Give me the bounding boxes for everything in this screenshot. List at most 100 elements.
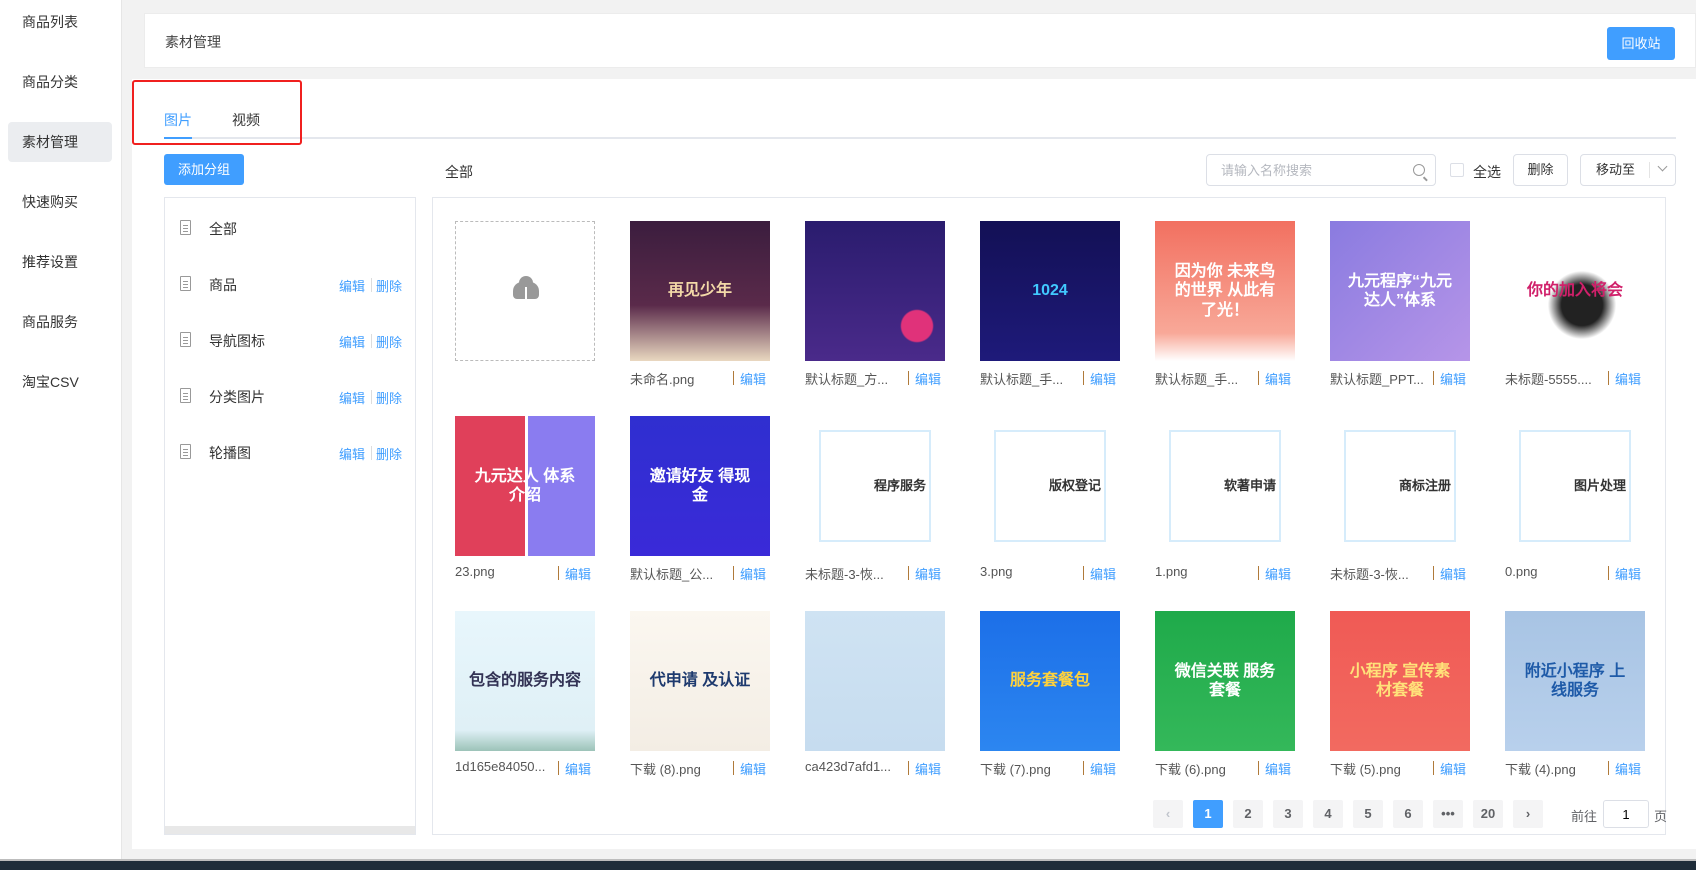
file-edit-link[interactable]: 编辑 (1265, 564, 1291, 583)
file-edit-link[interactable]: 编辑 (1265, 369, 1291, 388)
prev-page-button[interactable]: ‹ (1153, 800, 1183, 828)
file-edit-link[interactable]: 编辑 (915, 369, 941, 388)
thumbnail-caption: 图片处理 (1573, 478, 1626, 494)
group-name[interactable]: 轮播图 (209, 443, 251, 463)
group-delete-link[interactable]: 删除 (376, 444, 402, 463)
group-edit-link[interactable]: 编辑 (339, 388, 365, 407)
media-thumbnail[interactable]: 商标注册 (1330, 416, 1470, 556)
select-all-label[interactable]: 全选 (1473, 162, 1501, 182)
page-button[interactable]: 2 (1233, 800, 1263, 828)
media-thumbnail[interactable]: 附近小程序 上线服务 (1505, 611, 1645, 751)
group-name[interactable]: 导航图标 (209, 331, 265, 351)
group-name[interactable]: 分类图片 (209, 387, 265, 407)
group-item[interactable]: 全部 (165, 213, 415, 243)
file-edit-link[interactable]: 编辑 (1615, 564, 1641, 583)
thumbnail-caption: 微信关联 服务套餐 (1174, 662, 1276, 699)
thumbnail-caption: 你的加入将会 (1526, 282, 1623, 300)
media-thumbnail[interactable]: 程序服务 (805, 416, 945, 556)
sidebar-item[interactable]: 素材管理 (8, 122, 112, 162)
next-page-button[interactable]: › (1513, 800, 1543, 828)
file-edit-link[interactable]: 编辑 (1440, 369, 1466, 388)
media-thumbnail[interactable]: 包含的服务内容 (455, 611, 595, 751)
file-edit-link[interactable]: 编辑 (740, 759, 766, 778)
media-thumbnail[interactable] (805, 611, 945, 751)
group-delete-link[interactable]: 删除 (376, 388, 402, 407)
group-edit-link[interactable]: 编辑 (339, 332, 365, 351)
divider (908, 371, 909, 385)
horizontal-scrollbar[interactable] (165, 826, 415, 834)
divider (1608, 371, 1609, 385)
media-thumbnail[interactable] (805, 221, 945, 361)
file-edit-link[interactable]: 编辑 (565, 564, 591, 583)
file-edit-link[interactable]: 编辑 (1090, 564, 1116, 583)
file-edit-link[interactable]: 编辑 (1440, 759, 1466, 778)
group-item[interactable]: 导航图标 编辑 删除 (165, 325, 415, 355)
file-edit-link[interactable]: 编辑 (915, 759, 941, 778)
page-button[interactable]: 3 (1273, 800, 1303, 828)
media-thumbnail[interactable]: 小程序 宣传素材套餐 (1330, 611, 1470, 751)
file-edit-link[interactable]: 编辑 (1440, 564, 1466, 583)
media-thumbnail[interactable]: 九元达人 体系介绍 (455, 416, 595, 556)
group-item[interactable]: 商品 编辑 删除 (165, 269, 415, 299)
file-edit-link[interactable]: 编辑 (565, 759, 591, 778)
select-all-checkbox[interactable] (1450, 163, 1464, 177)
media-thumbnail[interactable]: 图片处理 (1505, 416, 1645, 556)
sidebar-item[interactable]: 商品分类 (8, 62, 112, 102)
sidebar-item[interactable]: 快速购买 (8, 182, 112, 222)
page-button[interactable]: ••• (1433, 800, 1463, 828)
media-thumbnail[interactable]: 邀请好友 得现金 (630, 416, 770, 556)
file-edit-link[interactable]: 编辑 (740, 564, 766, 583)
group-name[interactable]: 全部 (209, 219, 237, 239)
media-thumbnail[interactable]: 微信关联 服务套餐 (1155, 611, 1295, 751)
group-item[interactable]: 分类图片 编辑 删除 (165, 381, 415, 411)
file-edit-link[interactable]: 编辑 (1265, 759, 1291, 778)
media-thumbnail[interactable]: 因为你 未来鸟的世界 从此有了光！ (1155, 221, 1295, 361)
tab-videos[interactable]: 视频 (232, 110, 260, 130)
media-thumbnail[interactable]: 1024 (980, 221, 1120, 361)
file-edit-link[interactable]: 编辑 (740, 369, 766, 388)
sidebar-item[interactable]: 商品服务 (8, 302, 112, 342)
file-edit-link[interactable]: 编辑 (1090, 759, 1116, 778)
media-thumbnail[interactable]: 版权登记 (980, 416, 1120, 556)
thumbnail-caption: 软著申请 (1223, 478, 1276, 494)
group-edit-link[interactable]: 编辑 (339, 444, 365, 463)
media-thumbnail[interactable]: 九元程序“九元达人”体系 (1330, 221, 1470, 361)
file-edit-link[interactable]: 编辑 (915, 564, 941, 583)
sidebar-item[interactable]: 商品列表 (8, 2, 112, 42)
file-name: 默认标题_方... (805, 372, 889, 387)
sidebar-item[interactable]: 淘宝CSV (8, 362, 112, 402)
media-card: 微信关联 服务套餐 下载 (6).png 编辑 (1155, 611, 1295, 777)
upload-button[interactable] (455, 221, 595, 361)
search-input[interactable] (1221, 155, 1411, 185)
group-delete-link[interactable]: 删除 (376, 332, 402, 351)
add-group-button[interactable]: 添加分组 (164, 154, 244, 185)
file-edit-link[interactable]: 编辑 (1615, 759, 1641, 778)
media-thumbnail[interactable]: 你的加入将会 (1505, 221, 1645, 361)
recycle-bin-button[interactable]: 回收站 (1607, 27, 1675, 60)
sidebar-item[interactable]: 推荐设置 (8, 242, 112, 282)
media-card: 小程序 宣传素材套餐 下载 (5).png 编辑 (1330, 611, 1470, 777)
group-item[interactable]: 轮播图 编辑 删除 (165, 437, 415, 467)
search-icon[interactable] (1413, 164, 1425, 176)
file-edit-link[interactable]: 编辑 (1090, 369, 1116, 388)
file-name: 下载 (8).png (630, 762, 701, 777)
media-thumbnail[interactable]: 再见少年 (630, 221, 770, 361)
page-button[interactable]: 5 (1353, 800, 1383, 828)
group-name[interactable]: 商品 (209, 275, 237, 295)
group-delete-link[interactable]: 删除 (376, 276, 402, 295)
group-edit-link[interactable]: 编辑 (339, 276, 365, 295)
tab-images[interactable]: 图片 (164, 110, 192, 130)
media-card: 默认标题_方... 编辑 (805, 221, 945, 387)
page-button[interactable]: 20 (1473, 800, 1503, 828)
delete-button[interactable]: 删除 (1513, 154, 1568, 186)
chevron-down-icon[interactable] (1657, 161, 1668, 172)
media-thumbnail[interactable]: 代申请 及认证 (630, 611, 770, 751)
media-thumbnail[interactable]: 软著申请 (1155, 416, 1295, 556)
file-edit-link[interactable]: 编辑 (1615, 369, 1641, 388)
media-thumbnail[interactable]: 服务套餐包 (980, 611, 1120, 751)
page-button[interactable]: 1 (1193, 800, 1223, 828)
goto-page-input[interactable] (1603, 800, 1649, 828)
page-button[interactable]: 4 (1313, 800, 1343, 828)
move-to-dropdown[interactable]: 移动至 (1580, 154, 1676, 186)
page-button[interactable]: 6 (1393, 800, 1423, 828)
